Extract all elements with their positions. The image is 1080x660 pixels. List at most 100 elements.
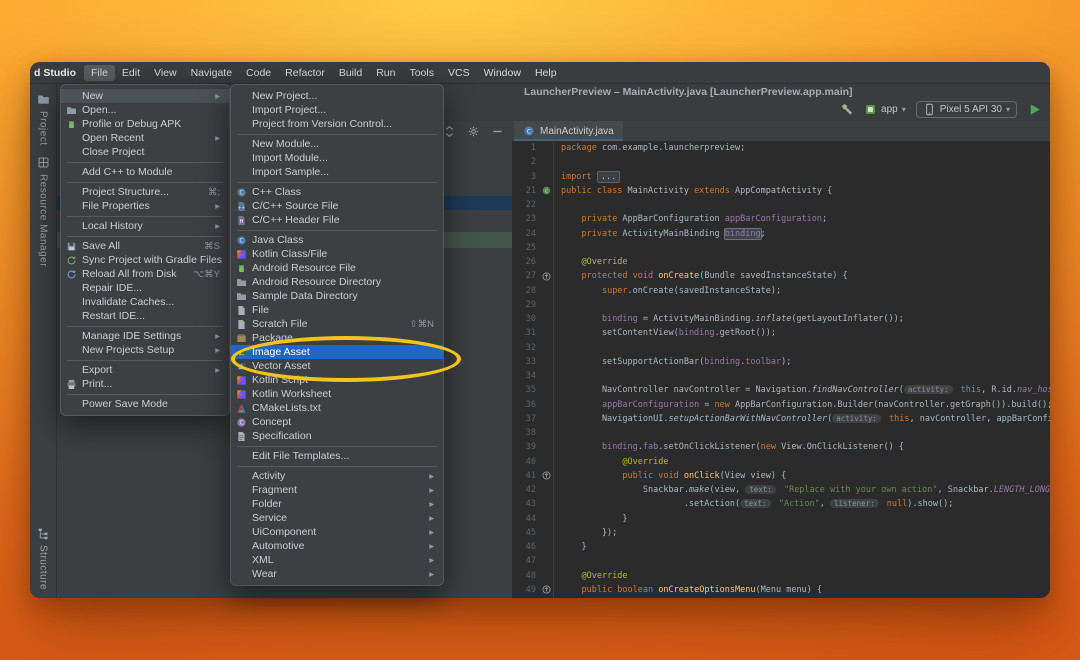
code-line-41[interactable]: 41 public void onClick(View view) { <box>512 469 1050 483</box>
menubar-item-code[interactable]: Code <box>239 65 278 81</box>
file-menu-item-profile-or-debug-apk[interactable]: Profile or Debug APK <box>61 117 229 131</box>
build-hammer-icon[interactable] <box>839 102 854 117</box>
code-line-28[interactable]: 28 super.onCreate(savedInstanceState); <box>512 284 1050 298</box>
file-menu-item-sync-project-with-gradle-files[interactable]: Sync Project with Gradle Files <box>61 253 229 267</box>
menubar-item-vcs[interactable]: VCS <box>441 65 477 81</box>
new-submenu-item-new-project[interactable]: New Project... <box>231 89 443 103</box>
new-submenu-item-kotlin-worksheet[interactable]: Kotlin Worksheet <box>231 387 443 401</box>
tool-window-button-project[interactable]: Project <box>37 93 50 146</box>
new-submenu-item-kotlin-class-file[interactable]: Kotlin Class/File <box>231 247 443 261</box>
file-menu-item-new-projects-setup[interactable]: New Projects Setup▸ <box>61 343 229 357</box>
new-submenu-item-java-class[interactable]: CJava Class <box>231 233 443 247</box>
tool-window-button-resource-manager[interactable]: Resource Manager <box>37 156 50 267</box>
file-menu-item-close-project[interactable]: Close Project <box>61 145 229 159</box>
file-menu-item-invalidate-caches[interactable]: Invalidate Caches... <box>61 295 229 309</box>
code-line-47[interactable]: 47 <box>512 554 1050 568</box>
file-menu-item-print[interactable]: Print... <box>61 377 229 391</box>
code-line-24[interactable]: 24 private ActivityMainBinding binding; <box>512 227 1050 241</box>
new-submenu-item-fragment[interactable]: Fragment▸ <box>231 483 443 497</box>
file-menu-item-reload-all-from-disk[interactable]: Reload All from Disk⌥⌘Y <box>61 267 229 281</box>
code-line-44[interactable]: 44 } <box>512 512 1050 526</box>
new-submenu-item-import-project[interactable]: Import Project... <box>231 103 443 117</box>
new-submenu-item-package[interactable]: Package <box>231 331 443 345</box>
file-menu-item-open-recent[interactable]: Open Recent▸ <box>61 131 229 145</box>
tab-mainactivity-java[interactable]: C MainActivity.java <box>514 121 623 141</box>
code-line-3[interactable]: 3import ... <box>512 170 1050 184</box>
menubar-item-navigate[interactable]: Navigate <box>184 65 239 81</box>
code-line-37[interactable]: 37 NavigationUI.setupActionBarWithNavCon… <box>512 412 1050 426</box>
new-submenu-item-folder[interactable]: Folder▸ <box>231 497 443 511</box>
run-configuration-selector[interactable]: app ▾ <box>864 103 906 116</box>
code-line-48[interactable]: 48 @Override <box>512 569 1050 583</box>
code-line-1[interactable]: 1package com.example.launcherpreview; <box>512 141 1050 155</box>
file-menu-item-save-all[interactable]: Save All⌘S <box>61 239 229 253</box>
new-submenu-item-import-sample[interactable]: Import Sample... <box>231 165 443 179</box>
menubar-item-view[interactable]: View <box>147 65 184 81</box>
code-line-42[interactable]: 42 Snackbar.make(view, text: "Replace wi… <box>512 483 1050 497</box>
run-button[interactable] <box>1027 102 1042 117</box>
new-submenu-item-c-c-source-file[interactable]: ++C/C++ Source File <box>231 199 443 213</box>
file-menu-item-power-save-mode[interactable]: Power Save Mode <box>61 397 229 411</box>
code-line-40[interactable]: 40 @Override <box>512 455 1050 469</box>
code-line-49[interactable]: 49 public boolean onCreateOptionsMenu(Me… <box>512 583 1050 597</box>
minus-icon[interactable] <box>491 125 504 138</box>
menubar-item-file[interactable]: File <box>84 65 115 81</box>
file-menu-item-project-structure[interactable]: Project Structure...⌘; <box>61 185 229 199</box>
file-menu-item-manage-ide-settings[interactable]: Manage IDE Settings▸ <box>61 329 229 343</box>
file-menu-item-local-history[interactable]: Local History▸ <box>61 219 229 233</box>
menubar-item-run[interactable]: Run <box>369 65 402 81</box>
collapse-icon[interactable] <box>443 125 456 138</box>
new-submenu-item-scratch-file[interactable]: Scratch File⇧⌘N <box>231 317 443 331</box>
code-editor[interactable]: 1package com.example.launcherpreview;23i… <box>512 141 1050 598</box>
code-line-2[interactable]: 2 <box>512 155 1050 169</box>
menubar-item-build[interactable]: Build <box>332 65 369 81</box>
new-submenu-item-sample-data-directory[interactable]: Sample Data Directory <box>231 289 443 303</box>
new-submenu-item-android-resource-directory[interactable]: Android Resource Directory <box>231 275 443 289</box>
code-line-38[interactable]: 38 <box>512 426 1050 440</box>
code-line-32[interactable]: 32 <box>512 341 1050 355</box>
code-line-34[interactable]: 34 <box>512 369 1050 383</box>
tool-window-button-structure[interactable]: Structure <box>37 527 50 590</box>
code-line-31[interactable]: 31 setContentView(binding.getRoot()); <box>512 326 1050 340</box>
code-line-35[interactable]: 35 NavController navController = Navigat… <box>512 383 1050 397</box>
code-line-46[interactable]: 46 } <box>512 540 1050 554</box>
code-line-26[interactable]: 26 @Override <box>512 255 1050 269</box>
new-submenu-item-new-module[interactable]: New Module... <box>231 137 443 151</box>
new-submenu-item-kotlin-script[interactable]: Kotlin Script <box>231 373 443 387</box>
new-submenu-item-vector-asset[interactable]: Vector Asset <box>231 359 443 373</box>
new-submenu-item-concept[interactable]: CConcept <box>231 415 443 429</box>
menubar-item-tools[interactable]: Tools <box>402 65 441 81</box>
file-menu-item-restart-ide[interactable]: Restart IDE... <box>61 309 229 323</box>
file-menu-item-file-properties[interactable]: File Properties▸ <box>61 199 229 213</box>
code-line-25[interactable]: 25 <box>512 241 1050 255</box>
new-submenu-item-c-c-header-file[interactable]: HC/C++ Header File <box>231 213 443 227</box>
new-submenu-item-file[interactable]: File <box>231 303 443 317</box>
code-line-30[interactable]: 30 binding = ActivityMainBinding.inflate… <box>512 312 1050 326</box>
menubar-item-help[interactable]: Help <box>528 65 564 81</box>
gear-icon[interactable] <box>467 125 480 138</box>
file-menu-item-open[interactable]: Open... <box>61 103 229 117</box>
new-submenu-item-service[interactable]: Service▸ <box>231 511 443 525</box>
new-submenu-item-uicomponent[interactable]: UiComponent▸ <box>231 525 443 539</box>
new-submenu-item-project-from-version-control[interactable]: Project from Version Control... <box>231 117 443 131</box>
file-menu-item-export[interactable]: Export▸ <box>61 363 229 377</box>
code-line-23[interactable]: 23 private AppBarConfiguration appBarCon… <box>512 212 1050 226</box>
code-line-45[interactable]: 45 }); <box>512 526 1050 540</box>
new-submenu-item-image-asset[interactable]: Image Asset <box>231 345 443 359</box>
code-line-29[interactable]: 29 <box>512 298 1050 312</box>
new-submenu-item-c-class[interactable]: CC++ Class <box>231 185 443 199</box>
code-line-22[interactable]: 22 <box>512 198 1050 212</box>
menubar-item-edit[interactable]: Edit <box>115 65 147 81</box>
code-line-36[interactable]: 36 appBarConfiguration = new AppBarConfi… <box>512 398 1050 412</box>
new-submenu-item-wear[interactable]: Wear▸ <box>231 567 443 581</box>
new-submenu-item-cmakelists-txt[interactable]: CMakeLists.txt <box>231 401 443 415</box>
code-line-43[interactable]: 43 .setAction(text: "Action", listener: … <box>512 497 1050 511</box>
code-line-33[interactable]: 33 setSupportActionBar(binding.toolbar); <box>512 355 1050 369</box>
menubar-item-window[interactable]: Window <box>477 65 528 81</box>
new-submenu-item-automotive[interactable]: Automotive▸ <box>231 539 443 553</box>
menubar-item-refactor[interactable]: Refactor <box>278 65 332 81</box>
new-submenu-item-activity[interactable]: Activity▸ <box>231 469 443 483</box>
new-submenu-item-specification[interactable]: Specification <box>231 429 443 443</box>
file-menu-item-add-c-to-module[interactable]: Add C++ to Module <box>61 165 229 179</box>
device-selector[interactable]: Pixel 5 API 30 ▾ <box>916 101 1017 118</box>
